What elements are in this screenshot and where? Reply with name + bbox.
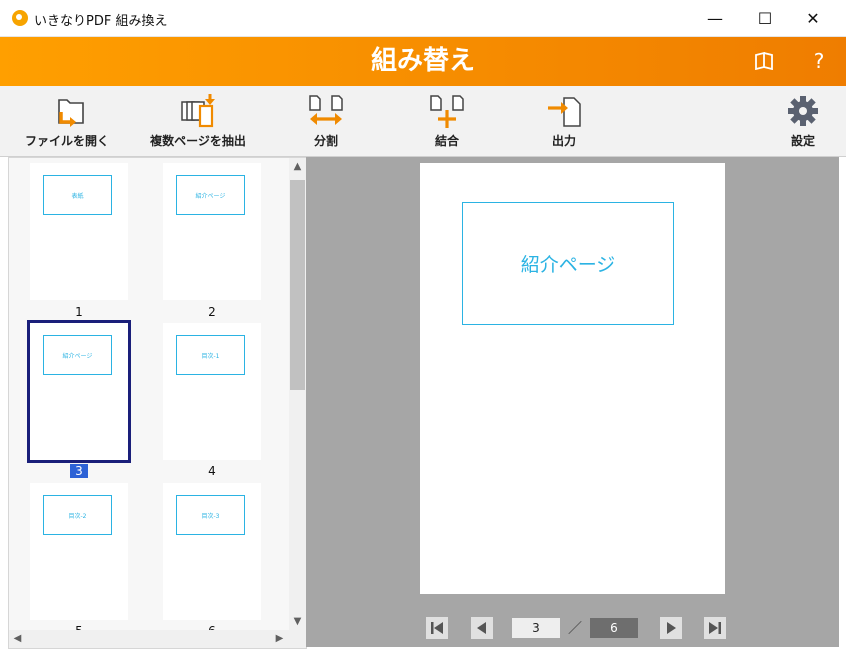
gear-icon (788, 96, 818, 126)
open-file-label: ファイルを開く (24, 134, 109, 148)
open-folder-icon (58, 99, 84, 127)
app-header: 組み替え ? (0, 37, 846, 86)
thumbnail-content-box: 紹介ページ (43, 335, 112, 375)
toolbar: ファイルを開く 複数ページを抽出 分割 結合 出力 設定 (0, 86, 846, 157)
scroll-down-icon[interactable]: ▼ (289, 613, 306, 630)
extract-pages-label: 複数ページを抽出 (150, 134, 246, 148)
thumbnail-content-box: 表紙 (43, 175, 112, 215)
output-icon (548, 97, 581, 127)
thumbnail-page-6[interactable]: 目次-3 (163, 483, 261, 620)
scrollbar-thumb[interactable] (290, 180, 305, 390)
thumbnail-content-box: 目次-1 (176, 335, 245, 375)
split-icon (309, 95, 343, 125)
previous-page-icon (477, 622, 486, 634)
horizontal-scrollbar[interactable]: ◀ ▶ (9, 630, 306, 648)
preview-content-box: 紹介ページ (462, 202, 674, 325)
window-title: いきなりPDF 組み換え (34, 14, 168, 29)
minimize-button[interactable]: — (692, 0, 738, 36)
previous-page-button[interactable] (471, 617, 493, 639)
manual-book-icon[interactable] (749, 45, 781, 77)
split-button[interactable]: 分割 (296, 94, 356, 154)
thumbnail-page-2[interactable]: 紹介ページ (163, 163, 261, 300)
settings-label: 設定 (790, 134, 815, 148)
thumbnail-number: 4 (208, 464, 216, 478)
thumbnail-page-5[interactable]: 目次-2 (30, 483, 128, 620)
combine-button[interactable]: 結合 (417, 94, 477, 154)
thumbnail-page-1[interactable]: 表紙 (30, 163, 128, 300)
output-button[interactable]: 出力 (534, 94, 594, 154)
next-page-icon (667, 622, 676, 634)
split-label: 分割 (313, 134, 338, 148)
thumbnail-page-3[interactable]: 紹介ページ (27, 320, 131, 463)
first-page-button[interactable] (426, 617, 448, 639)
next-page-button[interactable] (660, 617, 682, 639)
total-pages: 6 (590, 618, 638, 638)
open-file-button[interactable]: ファイルを開く (22, 94, 112, 154)
extract-pages-icon (181, 94, 215, 128)
help-button[interactable]: ? (803, 45, 835, 77)
close-button[interactable]: ✕ (790, 0, 836, 36)
thumbnail-content-box: 紹介ページ (176, 175, 245, 215)
title-bar: いきなりPDF 組み換え — ☐ ✕ (0, 0, 846, 37)
thumbnail-number-selected: 3 (30, 464, 128, 478)
output-label: 出力 (551, 134, 576, 148)
current-page-input[interactable]: 3 (512, 618, 560, 638)
page-separator: ／ (568, 621, 582, 637)
last-page-button[interactable] (704, 617, 726, 639)
page-title: 組み替え (370, 46, 475, 76)
scroll-up-icon[interactable]: ▲ (289, 158, 306, 175)
thumbnail-number: 1 (75, 305, 83, 319)
thumbnail-page-4[interactable]: 目次-1 (163, 323, 261, 460)
settings-button[interactable]: 設定 (778, 94, 828, 154)
scroll-left-icon[interactable]: ◀ (9, 630, 26, 647)
preview-pane: 紹介ページ 3 ／ 6 (306, 157, 839, 647)
thumbnail-number: 2 (208, 305, 216, 319)
app-logo-icon (12, 10, 28, 26)
maximize-button[interactable]: ☐ (742, 0, 788, 36)
last-page-icon (709, 622, 721, 634)
thumbnail-content-box: 目次-2 (43, 495, 112, 535)
thumbnail-content-box: 目次-3 (176, 495, 245, 535)
vertical-scrollbar[interactable]: ▲ ▼ (289, 158, 306, 630)
preview-page: 紹介ページ (420, 163, 725, 594)
scroll-right-icon[interactable]: ▶ (271, 630, 288, 647)
combine-icon (430, 95, 464, 128)
first-page-icon (431, 622, 443, 634)
combine-label: 結合 (434, 134, 459, 148)
thumbnail-pane[interactable]: 表紙 1 紹介ページ 2 紹介ページ 3 目次-1 4 目次-2 5 目次-3 … (8, 157, 307, 649)
extract-pages-button[interactable]: 複数ページを抽出 (146, 94, 250, 154)
